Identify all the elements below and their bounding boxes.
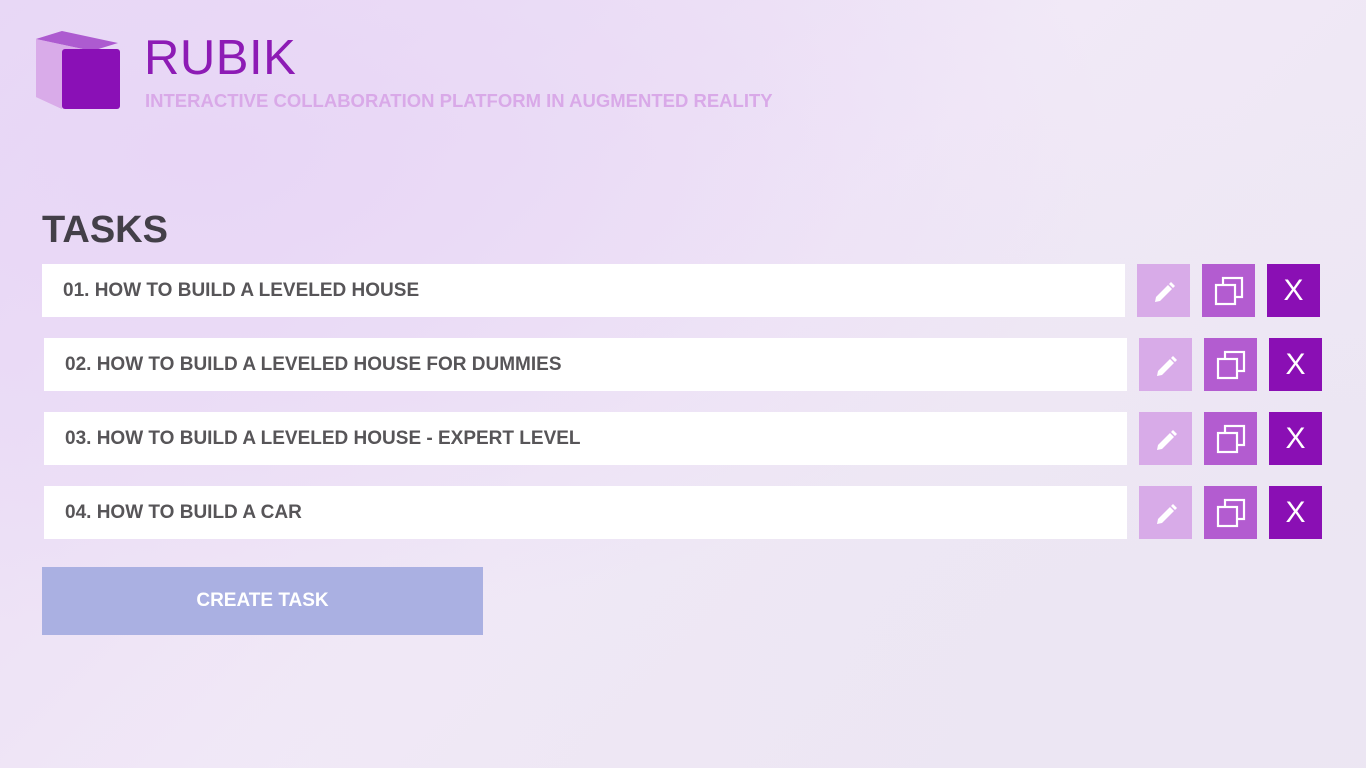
task-item[interactable]: 02. HOW TO BUILD A LEVELED HOUSE FOR DUM… — [44, 338, 1127, 391]
task-label: 04. HOW TO BUILD A CAR — [65, 501, 302, 523]
edit-task-button[interactable] — [1139, 338, 1192, 391]
task-row: 03. HOW TO BUILD A LEVELED HOUSE - EXPER… — [44, 412, 1324, 465]
edit-task-button[interactable] — [1139, 412, 1192, 465]
task-label: 03. HOW TO BUILD A LEVELED HOUSE - EXPER… — [65, 427, 581, 449]
delete-label: X — [1285, 495, 1306, 529]
task-row: 04. HOW TO BUILD A CAR X — [44, 486, 1324, 539]
app-title: RUBIK — [144, 31, 297, 85]
delete-task-button[interactable]: X — [1269, 338, 1322, 391]
create-task-button[interactable]: CREATE TASK — [42, 567, 483, 635]
task-item[interactable]: 03. HOW TO BUILD A LEVELED HOUSE - EXPER… — [44, 412, 1127, 465]
delete-task-button[interactable]: X — [1267, 264, 1320, 317]
app-subtitle: INTERACTIVE COLLABORATION PLATFORM IN AU… — [145, 90, 773, 111]
copy-icon — [1216, 424, 1245, 453]
pencil-icon — [1154, 281, 1175, 302]
cube-logo-icon — [34, 31, 122, 111]
delete-task-button[interactable]: X — [1269, 412, 1322, 465]
delete-task-button[interactable]: X — [1269, 486, 1322, 539]
tasks-heading: TASKS — [42, 209, 168, 251]
task-label: 01. HOW TO BUILD A LEVELED HOUSE — [63, 279, 420, 301]
pencil-icon — [1156, 355, 1177, 376]
copy-icon — [1216, 498, 1245, 527]
copy-task-button[interactable] — [1204, 412, 1257, 465]
delete-label: X — [1285, 421, 1306, 455]
edit-task-button[interactable] — [1139, 486, 1192, 539]
task-item[interactable]: 04. HOW TO BUILD A CAR — [44, 486, 1127, 539]
copy-task-button[interactable] — [1204, 338, 1257, 391]
task-row: 02. HOW TO BUILD A LEVELED HOUSE FOR DUM… — [44, 338, 1324, 391]
pencil-icon — [1156, 429, 1177, 450]
delete-label: X — [1285, 347, 1306, 381]
task-item[interactable]: 01. HOW TO BUILD A LEVELED HOUSE — [42, 264, 1125, 317]
copy-task-button[interactable] — [1202, 264, 1255, 317]
task-label: 02. HOW TO BUILD A LEVELED HOUSE FOR DUM… — [65, 353, 562, 375]
copy-icon — [1214, 276, 1243, 305]
copy-icon — [1216, 350, 1245, 379]
task-row: 01. HOW TO BUILD A LEVELED HOUSE X — [42, 264, 1322, 317]
create-task-label: CREATE TASK — [196, 590, 329, 611]
copy-task-button[interactable] — [1204, 486, 1257, 539]
edit-task-button[interactable] — [1137, 264, 1190, 317]
delete-label: X — [1283, 273, 1304, 307]
pencil-icon — [1156, 503, 1177, 524]
